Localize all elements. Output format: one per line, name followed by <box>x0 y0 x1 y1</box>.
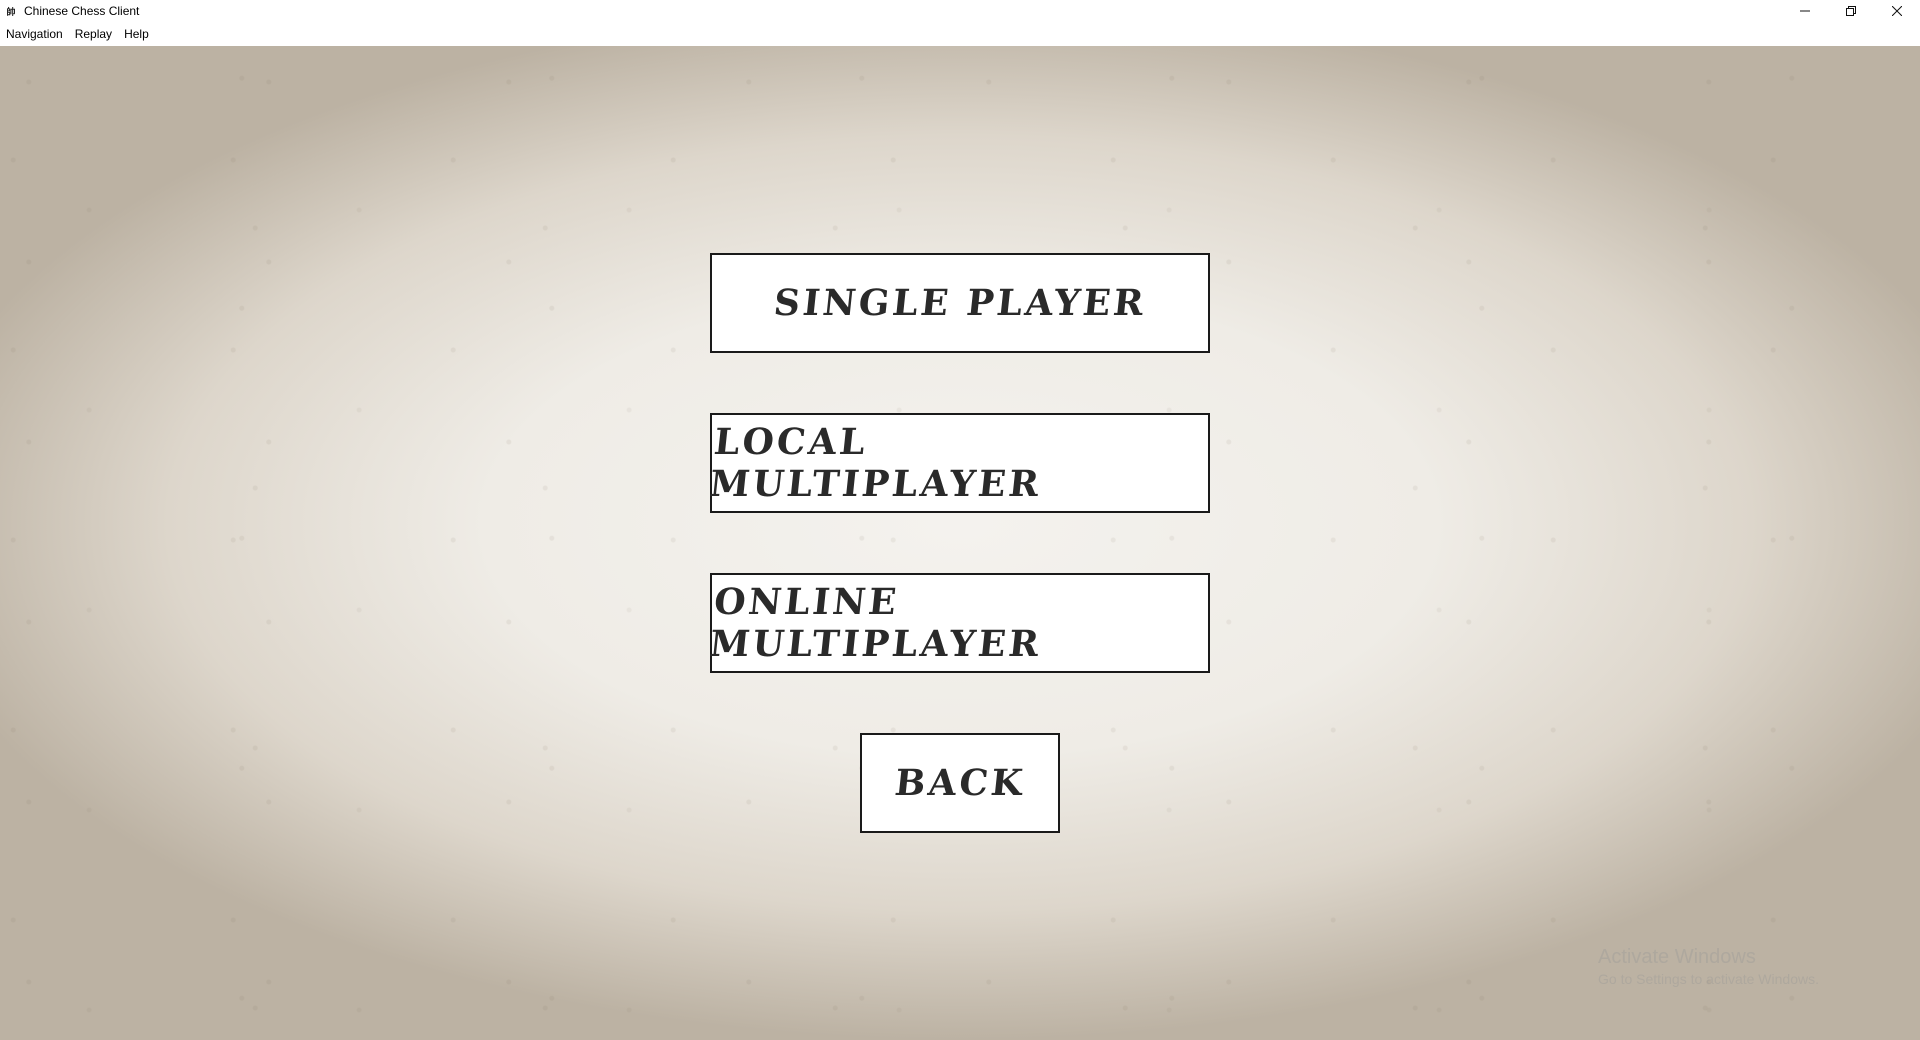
watermark-title: Activate Windows <box>1598 946 1756 968</box>
local-multiplayer-button[interactable]: Local Multiplayer <box>707 413 1210 513</box>
menu-navigation[interactable]: Navigation <box>0 22 69 46</box>
app-window: 帥 Chinese Chess Client Navigation Replay… <box>0 0 1920 1040</box>
window-title: Chinese Chess Client <box>24 4 140 18</box>
restore-button[interactable] <box>1828 0 1874 22</box>
window-controls <box>1782 0 1920 22</box>
back-label: Back <box>892 762 1028 804</box>
single-player-label: Single Player <box>771 282 1149 324</box>
online-multiplayer-label: Online Multiplayer <box>707 581 1044 665</box>
close-icon <box>1892 6 1902 16</box>
minimize-icon <box>1800 10 1810 12</box>
restore-icon <box>1846 6 1856 16</box>
close-button[interactable] <box>1874 0 1920 22</box>
menu-help[interactable]: Help <box>118 22 155 46</box>
menu-replay[interactable]: Replay <box>69 22 118 46</box>
title-bar[interactable]: 帥 Chinese Chess Client <box>0 0 1920 22</box>
local-multiplayer-label: Local Multiplayer <box>707 421 1044 505</box>
chinese-chess-app-icon: 帥 <box>6 7 16 18</box>
back-button[interactable]: Back <box>860 733 1060 833</box>
paper-background: Single Player Local Multiplayer Online M… <box>0 46 1920 1040</box>
single-player-button[interactable]: Single Player <box>710 253 1210 353</box>
minimize-button[interactable] <box>1782 0 1828 22</box>
online-multiplayer-button[interactable]: Online Multiplayer <box>707 573 1210 673</box>
watermark-subtitle: Go to Settings to activate Windows. <box>1598 971 1819 987</box>
menu-bar: Navigation Replay Help <box>0 22 1920 46</box>
activate-windows-watermark: Activate Windows Go to Settings to activ… <box>1598 946 1819 987</box>
